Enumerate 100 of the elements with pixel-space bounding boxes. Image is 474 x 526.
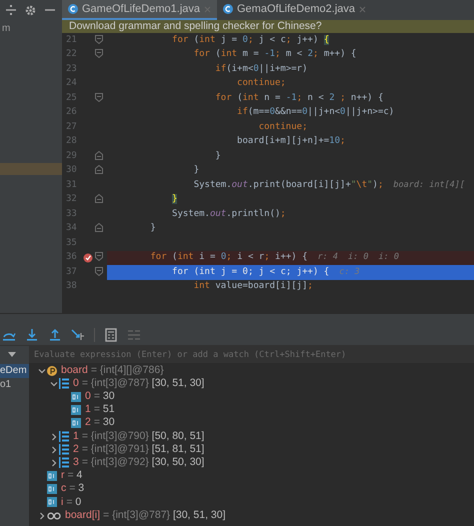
- file-tab[interactable]: GemaOfLifeDemo2.java: [217, 0, 372, 20]
- fold-icon[interactable]: [95, 194, 103, 204]
- array-icon: [59, 378, 69, 390]
- variable-name: board: [61, 362, 88, 378]
- primitive-icon: [71, 392, 81, 402]
- primitive-icon: [71, 405, 81, 416]
- code-line: System.out.print(board[i][j]+"\t");: [192, 178, 384, 192]
- variable-value: = {int[3]@787} [30, 51, 30]: [103, 508, 226, 523]
- variable-value: = {int[3]@791} [51, 81, 51]: [82, 442, 204, 457]
- variable-value: = 3: [69, 481, 84, 496]
- inline-hint: r: 4: [318, 251, 338, 264]
- code-line: for (int n = -1; n < 2 ; n++) {: [214, 92, 384, 104]
- line-number: 27: [65, 120, 78, 134]
- array-icon: [59, 457, 69, 468]
- variable-name: 1: [73, 428, 79, 444]
- panel-label: m: [2, 23, 10, 34]
- code-line: board[i+m][j+n]+=10;: [236, 135, 346, 148]
- line-number: 22: [65, 48, 78, 61]
- line-number: 26: [65, 106, 78, 119]
- fold-icon[interactable]: [95, 34, 103, 44]
- variable-name: 0: [85, 389, 91, 404]
- inline-hint: c: 3: [339, 266, 360, 279]
- code-line: for (int m = -1; m < 2; m++) {: [192, 48, 356, 61]
- split-icon[interactable]: [6, 5, 16, 15]
- line-number: 23: [65, 62, 78, 76]
- code-line: int value=board[i][j];: [192, 280, 313, 293]
- code-line: for (int j = 0; j < c; j++) {: [171, 266, 330, 278]
- variable-name: 2: [85, 415, 91, 430]
- line-number: 30: [65, 164, 78, 177]
- fold-icon[interactable]: [95, 165, 103, 174]
- variable-value: = {int[4][]@786}: [90, 362, 164, 378]
- fold-icon[interactable]: [95, 150, 103, 160]
- fold-icon[interactable]: [95, 223, 103, 232]
- line-number: 31: [65, 178, 78, 192]
- fold-icon[interactable]: [95, 266, 103, 276]
- variable-name: board[i]: [65, 508, 100, 523]
- line-number: 33: [65, 208, 78, 220]
- variable-value: = 4: [68, 468, 82, 484]
- variable-name: 1: [85, 402, 91, 418]
- variable-value: = 30: [94, 415, 115, 430]
- code-line: }: [192, 164, 200, 177]
- line-number: 37: [65, 266, 78, 278]
- code-line: if(i+m<0||i+m>=r): [214, 62, 308, 76]
- code-line: for (int j = 0; j < c; j++) {: [171, 34, 330, 46]
- primitive-icon: [71, 418, 81, 428]
- dropdown-icon[interactable]: [8, 352, 16, 358]
- line-number: 38: [65, 280, 78, 293]
- inline-hint: i: 0: [378, 251, 400, 264]
- line-number: 35: [65, 236, 78, 250]
- class-icon: [223, 4, 233, 14]
- primitive-icon: [47, 471, 57, 482]
- breakpoint-icon: [82, 252, 92, 263]
- close-icon[interactable]: [359, 6, 366, 12]
- parameter-icon: [47, 366, 57, 376]
- fold-icon[interactable]: [95, 252, 103, 262]
- code-line: for (int i = 0; i < r; i++) {: [149, 251, 308, 264]
- selected-row: [0, 163, 62, 175]
- line-number: 32: [65, 193, 78, 206]
- trace-icon[interactable]: [127, 328, 141, 342]
- variable-name: i: [61, 494, 64, 510]
- inline-hint: i: 0: [348, 251, 369, 264]
- watch-icon: [47, 512, 61, 520]
- inline-hint: board: int[4][: [393, 178, 466, 192]
- line-number: 28: [65, 135, 78, 148]
- code-line: }: [214, 150, 221, 162]
- code-line: continue;: [236, 77, 286, 90]
- fold-icon[interactable]: [95, 92, 103, 102]
- fold-icon[interactable]: [95, 49, 103, 58]
- array-icon: [59, 431, 69, 442]
- step-out-icon[interactable]: [48, 328, 62, 342]
- variable-value: = 0: [66, 494, 82, 510]
- line-number: 29: [65, 150, 78, 162]
- evaluate-field[interactable]: Evaluate expression (Enter) or add a watch (Ctrl+Shift+Enter): [29, 346, 474, 363]
- variable-value: = 30: [94, 389, 115, 404]
- line-number: 34: [65, 222, 78, 235]
- code-line: System.out.println();: [171, 208, 286, 220]
- step-into-icon[interactable]: [25, 328, 39, 342]
- code-line: if(m==0&&n==0||j+n<0||j+n>=c): [236, 106, 394, 119]
- primitive-icon: [47, 484, 57, 494]
- variable-value: = 51: [94, 402, 115, 418]
- file-tab[interactable]: GameOfLifeDemo1.java: [62, 0, 217, 20]
- class-icon: [68, 4, 78, 14]
- settings-icon[interactable]: [25, 4, 36, 16]
- line-number: 36: [65, 251, 78, 264]
- variable-name: c: [61, 481, 66, 496]
- calculator-icon[interactable]: [104, 328, 118, 342]
- line-number: 25: [65, 92, 78, 104]
- code-line: }: [149, 222, 156, 235]
- variable-value: = {int[3]@792} [30, 50, 30]: [82, 455, 204, 470]
- frame-item[interactable]: o1: [0, 378, 29, 392]
- variable-value: = {int[3]@787} [30, 51, 30]: [82, 376, 204, 391]
- line-number: 24: [65, 77, 78, 90]
- run-to-cursor-icon[interactable]: [71, 328, 85, 342]
- variable-name: 0: [73, 376, 79, 391]
- frame-item[interactable]: eDem: [0, 364, 29, 378]
- variable-name: r: [61, 468, 64, 484]
- primitive-icon: [47, 497, 57, 508]
- variable-name: 3: [73, 455, 79, 470]
- array-icon: [59, 444, 69, 456]
- variable-name: 2: [73, 442, 79, 457]
